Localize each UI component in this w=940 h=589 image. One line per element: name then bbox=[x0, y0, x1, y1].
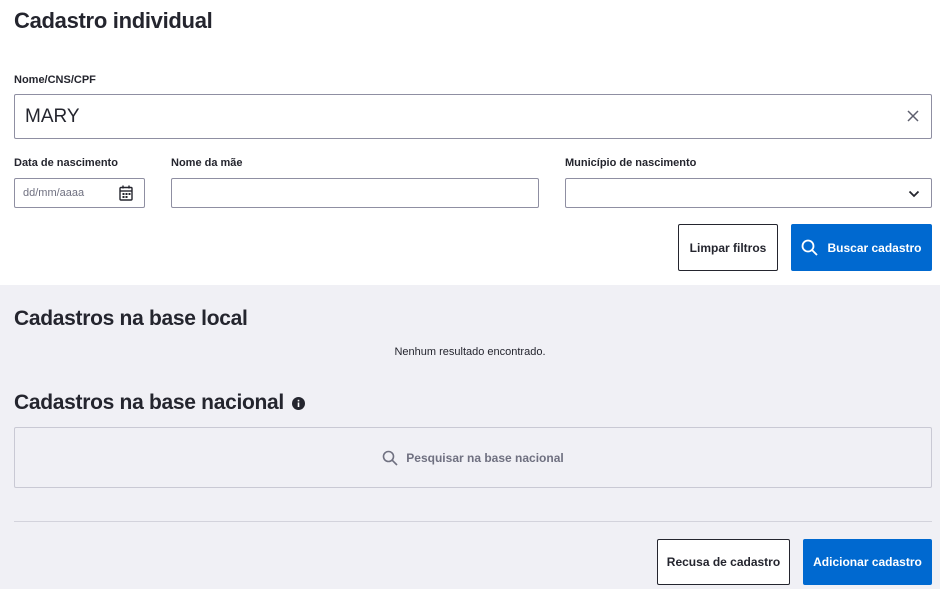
search-icon bbox=[801, 239, 819, 256]
birth-city-label: Município de nascimento bbox=[565, 157, 697, 169]
name-input[interactable] bbox=[15, 95, 931, 138]
calendar-icon[interactable] bbox=[118, 185, 134, 201]
refuse-registration-button[interactable]: Recusa de cadastro bbox=[657, 539, 790, 585]
national-search-button[interactable]: Pesquisar na base nacional bbox=[14, 427, 932, 488]
birth-date-field[interactable] bbox=[14, 178, 145, 208]
mother-name-label: Nome da mãe bbox=[171, 157, 243, 169]
filter-section: Cadastro individual Nome/CNS/CPF Data de… bbox=[0, 0, 940, 285]
mother-name-field[interactable] bbox=[171, 178, 539, 208]
local-empty-message: Nenhum resultado encontrado. bbox=[394, 346, 546, 358]
name-field[interactable] bbox=[14, 94, 932, 139]
page-title: Cadastro individual bbox=[14, 8, 213, 33]
mother-name-input[interactable] bbox=[172, 179, 538, 207]
search-button-label: Buscar cadastro bbox=[827, 240, 922, 255]
add-registration-label: Adicionar cadastro bbox=[813, 555, 922, 569]
divider bbox=[14, 521, 932, 522]
info-icon[interactable] bbox=[291, 396, 305, 410]
national-header: Cadastros na base nacional bbox=[14, 391, 305, 415]
national-search-label: Pesquisar na base nacional bbox=[406, 450, 564, 465]
clear-filters-label: Limpar filtros bbox=[689, 240, 767, 255]
birth-date-label: Data de nascimento bbox=[14, 157, 118, 169]
search-icon bbox=[382, 450, 398, 466]
name-label: Nome/CNS/CPF bbox=[14, 74, 96, 86]
chevron-down-icon[interactable] bbox=[907, 187, 921, 201]
clear-filters-button[interactable]: Limpar filtros bbox=[678, 224, 778, 271]
national-results-title: Cadastros na base nacional bbox=[14, 391, 284, 414]
clear-input-icon[interactable] bbox=[905, 108, 921, 124]
add-registration-button[interactable]: Adicionar cadastro bbox=[803, 539, 932, 585]
birth-city-select[interactable] bbox=[565, 178, 932, 208]
search-button[interactable]: Buscar cadastro bbox=[791, 224, 932, 271]
local-results-title: Cadastros na base local bbox=[14, 307, 248, 330]
refuse-registration-label: Recusa de cadastro bbox=[666, 555, 781, 569]
results-section: Cadastros na base local Nenhum resultado… bbox=[0, 285, 940, 589]
